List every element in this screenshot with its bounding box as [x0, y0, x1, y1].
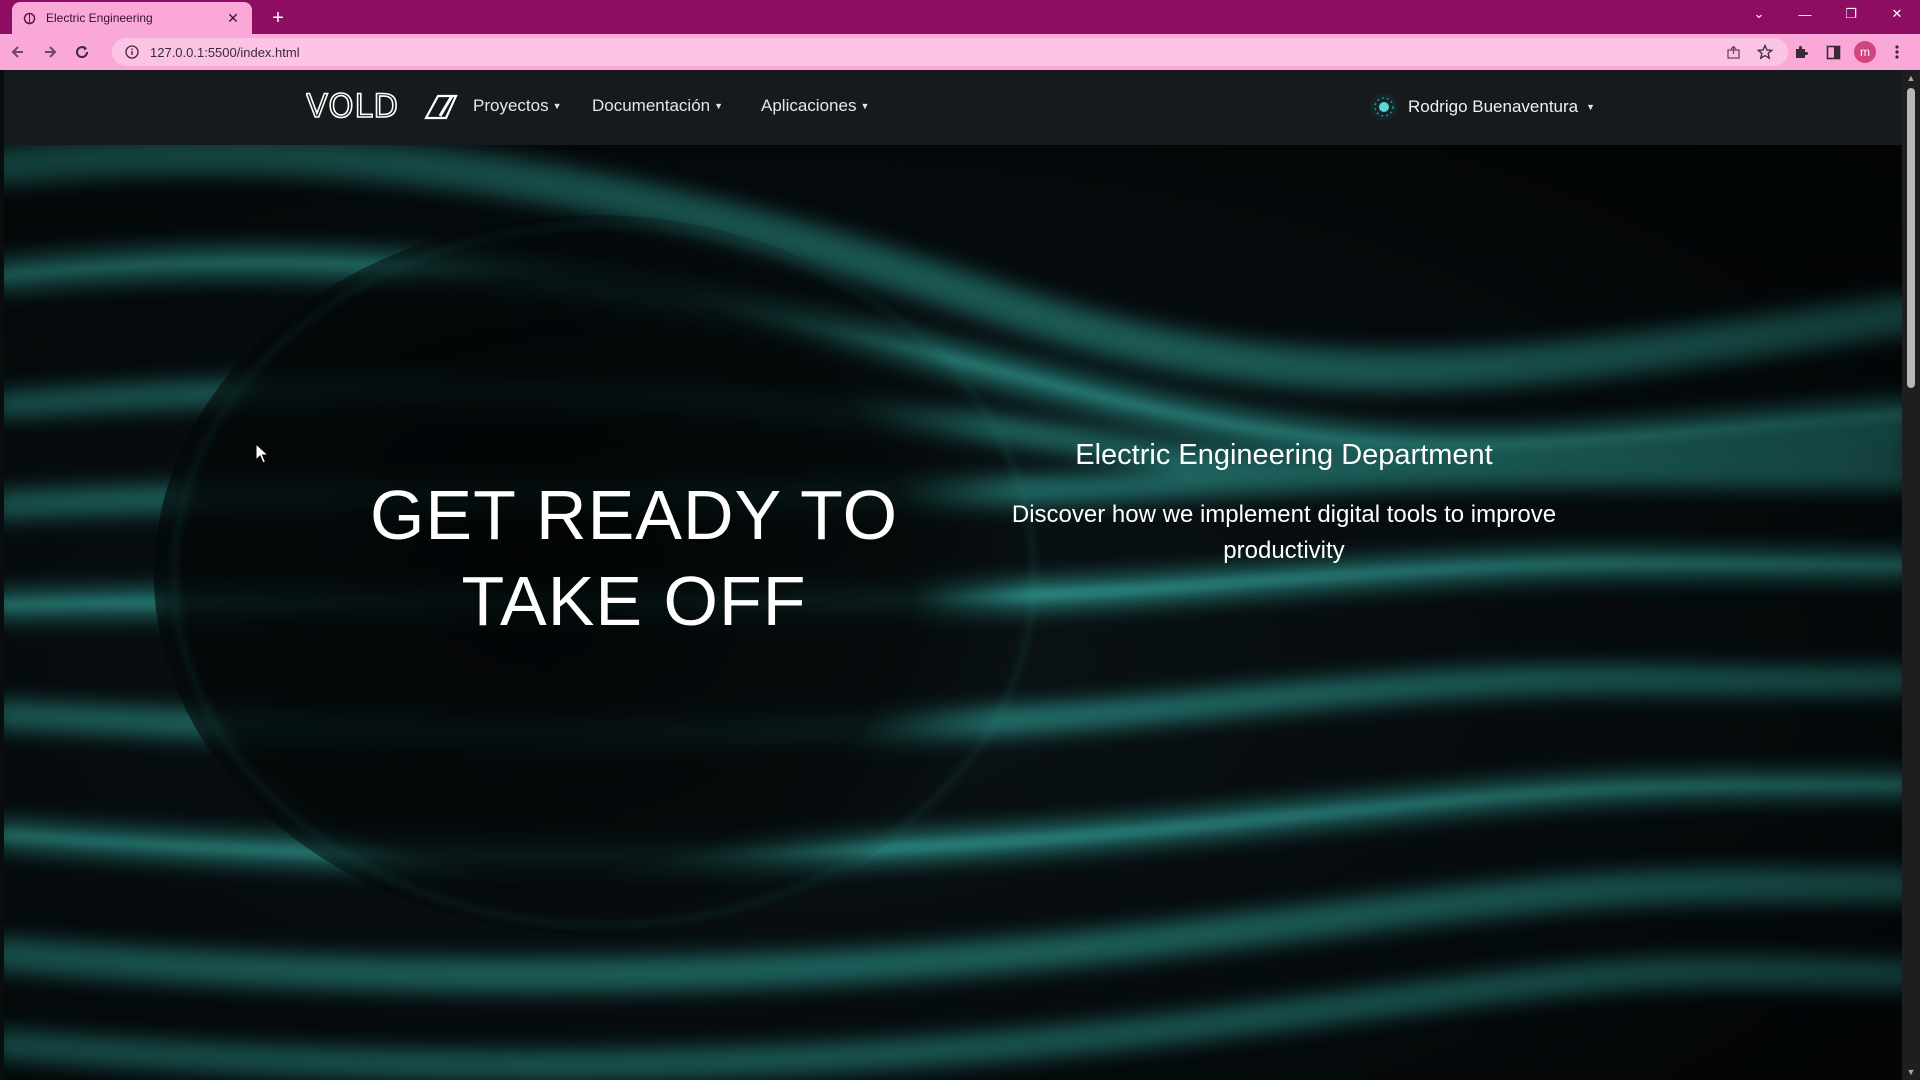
user-name: Rodrigo Buenaventura [1408, 97, 1579, 116]
scrollbar-thumb[interactable] [1907, 88, 1915, 388]
caret-down-icon: ▼ [552, 101, 562, 111]
arrow-right-icon [45, 46, 57, 58]
hero-section: GET READY TO TAKE OFF Electric Engineeri… [4, 145, 1902, 1080]
nav-aplicaciones[interactable]: Aplicaciones ▼ [761, 96, 869, 116]
site-navbar: VOLD Proyectos ▼ Documentación ▼ Aplicac… [4, 70, 1902, 145]
hero-title: GET READY TO TAKE OFF [304, 472, 964, 644]
user-menu[interactable]: Rodrigo Buenaventura ▼ [1368, 90, 1595, 124]
restore-button[interactable]: ❐ [1828, 0, 1874, 28]
forward-button[interactable] [36, 38, 64, 66]
caret-down-icon: ▼ [714, 101, 724, 111]
nav-documentacion-label: Documentación [592, 96, 711, 115]
caret-down-icon: ▼ [860, 101, 870, 111]
hero-department: Electric Engineering Department [1075, 439, 1493, 471]
reload-button[interactable] [68, 38, 96, 66]
arrow-left-icon [11, 46, 23, 58]
page-viewport: VOLD Proyectos ▼ Documentación ▼ Aplicac… [4, 70, 1902, 1080]
page-scrollbar[interactable]: ▲ ▼ [1902, 70, 1920, 1080]
brand-logo[interactable]: VOLD [306, 88, 458, 122]
nav-aplicaciones-label: Aplicaciones [761, 96, 857, 115]
close-window-button[interactable]: ✕ [1874, 0, 1920, 28]
mouse-pointer-icon [255, 443, 269, 464]
bookmark-star-icon[interactable] [1754, 41, 1776, 63]
url-text[interactable]: 127.0.0.1:5500/index.html [150, 45, 1712, 60]
tab-close-icon[interactable]: ✕ [224, 9, 242, 27]
more-menu-icon[interactable] [1886, 41, 1908, 63]
new-tab-button[interactable]: + [266, 6, 290, 30]
nav-proyectos[interactable]: Proyectos ▼ [473, 96, 562, 116]
side-panel-icon[interactable] [1822, 41, 1844, 63]
hero-subtitle-block: Electric Engineering Department Discover… [1004, 435, 1564, 569]
extensions-puzzle-icon[interactable] [1790, 41, 1812, 63]
browser-tab[interactable]: Electric Engineering ✕ [12, 2, 252, 34]
share-icon[interactable] [1722, 41, 1744, 63]
reload-icon [76, 46, 89, 59]
tab-title: Electric Engineering [46, 11, 153, 25]
browser-tabstrip: Electric Engineering ✕ + ⌄ — ❐ ✕ [0, 0, 1920, 34]
hero-description: Discover how we implement digital tools … [1011, 501, 1557, 564]
info-icon[interactable] [124, 44, 140, 60]
user-avatar-icon [1368, 91, 1400, 123]
nav-documentacion[interactable]: Documentación ▼ [592, 96, 723, 116]
toolbar-actions: m [1790, 38, 1908, 66]
window-controls: ⌄ — ❐ ✕ [1736, 0, 1920, 28]
minimize-button[interactable]: — [1782, 0, 1828, 28]
hero-title-line2: TAKE OFF [461, 561, 807, 640]
profile-avatar: m [1854, 41, 1876, 63]
browser-toolbar: 127.0.0.1:5500/index.html m [0, 34, 1920, 70]
hero-title-line1: GET READY TO [369, 475, 899, 554]
scroll-up-arrow-icon[interactable]: ▲ [1902, 70, 1920, 86]
globe-icon [22, 11, 36, 25]
back-button[interactable] [4, 38, 32, 66]
tab-search-icon[interactable]: ⌄ [1736, 0, 1782, 28]
address-bar[interactable]: 127.0.0.1:5500/index.html [112, 38, 1788, 66]
svg-text:VOLD: VOLD [306, 88, 399, 122]
profile-button[interactable]: m [1854, 41, 1876, 63]
scroll-down-arrow-icon[interactable]: ▼ [1902, 1064, 1920, 1080]
caret-down-icon: ▼ [1586, 102, 1596, 112]
nav-proyectos-label: Proyectos [473, 96, 549, 115]
